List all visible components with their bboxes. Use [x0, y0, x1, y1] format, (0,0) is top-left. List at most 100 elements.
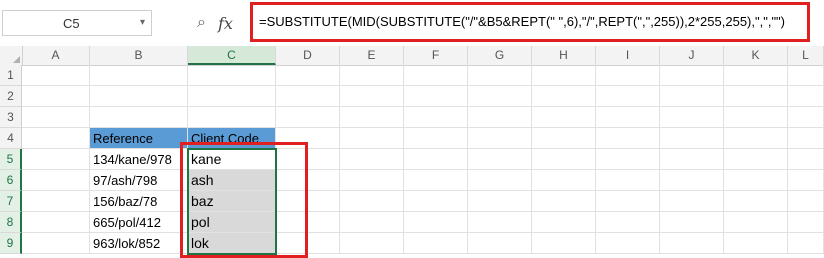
grid-cell[interactable]	[532, 170, 596, 191]
column-header-b[interactable]: B	[90, 46, 188, 65]
grid-cell[interactable]	[404, 149, 468, 170]
grid-cell[interactable]	[468, 86, 532, 107]
grid-cell[interactable]	[276, 149, 340, 170]
grid-cell[interactable]	[724, 212, 788, 233]
grid-cell[interactable]	[404, 65, 468, 86]
grid-cell[interactable]	[532, 128, 596, 149]
grid-cell[interactable]	[532, 149, 596, 170]
grid-cell[interactable]	[788, 86, 824, 107]
grid-cell[interactable]	[340, 212, 404, 233]
row-header-3[interactable]: 3	[0, 107, 22, 128]
grid-cell[interactable]	[724, 107, 788, 128]
row-header-8[interactable]: 8	[0, 212, 22, 233]
grid-cell[interactable]	[660, 191, 724, 212]
row-header-9[interactable]: 9	[0, 233, 22, 254]
grid-cell[interactable]	[596, 170, 660, 191]
grid-cell[interactable]	[532, 65, 596, 86]
grid-cell[interactable]	[596, 233, 660, 254]
grid-cell[interactable]	[596, 212, 660, 233]
grid-cell[interactable]	[468, 191, 532, 212]
column-header-f[interactable]: F	[404, 46, 468, 65]
grid-cell[interactable]	[788, 107, 824, 128]
grid-cell[interactable]	[404, 128, 468, 149]
grid-cell[interactable]	[276, 170, 340, 191]
grid-cell[interactable]	[596, 149, 660, 170]
grid-cell[interactable]	[340, 149, 404, 170]
grid-cell[interactable]	[788, 170, 824, 191]
cell-c8[interactable]: pol	[188, 212, 276, 233]
grid-cell[interactable]	[22, 65, 90, 86]
grid-cell[interactable]	[660, 128, 724, 149]
grid-cell[interactable]	[90, 86, 188, 107]
grid-cell[interactable]	[404, 191, 468, 212]
grid-cell[interactable]	[724, 170, 788, 191]
zoom-icon[interactable]: ⌕	[197, 14, 206, 32]
grid-cell[interactable]	[22, 107, 90, 128]
column-header-h[interactable]: H	[532, 46, 596, 65]
formula-input[interactable]: =SUBSTITUTE(MID(SUBSTITUTE("/"&B5&REPT("…	[250, 2, 810, 42]
grid-cell[interactable]	[22, 191, 90, 212]
grid-cell[interactable]	[788, 212, 824, 233]
row-header-2[interactable]: 2	[0, 86, 22, 107]
grid-cell[interactable]	[404, 212, 468, 233]
grid-cell[interactable]	[660, 107, 724, 128]
grid-cell[interactable]	[22, 233, 90, 254]
cell-c7[interactable]: baz	[188, 191, 276, 212]
row-header-6[interactable]: 6	[0, 170, 22, 191]
grid-cell[interactable]	[468, 65, 532, 86]
grid-cell[interactable]	[788, 191, 824, 212]
cell-c6[interactable]: ash	[188, 170, 276, 191]
column-header-g[interactable]: G	[468, 46, 532, 65]
cell-c5[interactable]: kane	[188, 149, 276, 170]
grid-cell[interactable]	[596, 65, 660, 86]
select-all-corner[interactable]	[0, 46, 23, 65]
grid-cell[interactable]	[660, 233, 724, 254]
grid-cell[interactable]	[596, 107, 660, 128]
grid-cell[interactable]	[660, 86, 724, 107]
name-box[interactable]: C5 ▾	[2, 10, 152, 36]
grid-cell[interactable]	[188, 86, 276, 107]
grid-cell[interactable]	[276, 191, 340, 212]
grid-cell[interactable]	[532, 233, 596, 254]
grid-cell[interactable]	[788, 233, 824, 254]
grid-cell[interactable]	[340, 128, 404, 149]
row-header-4[interactable]: 4	[0, 128, 22, 149]
cell-c4-header[interactable]: Client Code	[188, 128, 276, 149]
grid-cell[interactable]	[468, 212, 532, 233]
cell-b9[interactable]: 963/lok/852	[90, 233, 188, 254]
cell-b7[interactable]: 156/baz/78	[90, 191, 188, 212]
grid-cell[interactable]	[340, 170, 404, 191]
grid-cell[interactable]	[404, 107, 468, 128]
grid-cell[interactable]	[532, 86, 596, 107]
column-header-d[interactable]: D	[276, 46, 340, 65]
grid-cell[interactable]	[468, 233, 532, 254]
grid-cell[interactable]	[276, 65, 340, 86]
grid-cell[interactable]	[532, 212, 596, 233]
grid-cell[interactable]	[90, 65, 188, 86]
grid-cell[interactable]	[340, 86, 404, 107]
grid-cell[interactable]	[404, 233, 468, 254]
grid-cell[interactable]	[468, 107, 532, 128]
grid-cell[interactable]	[660, 170, 724, 191]
grid-cell[interactable]	[404, 170, 468, 191]
grid-cell[interactable]	[724, 191, 788, 212]
grid-cell[interactable]	[724, 86, 788, 107]
row-header-7[interactable]: 7	[0, 191, 22, 212]
grid-cell[interactable]	[724, 233, 788, 254]
grid-cell[interactable]	[788, 65, 824, 86]
cell-c9[interactable]: lok	[188, 233, 276, 254]
cell-b4-header[interactable]: Reference	[90, 128, 188, 149]
grid-cell[interactable]	[404, 86, 468, 107]
grid-cell[interactable]	[596, 128, 660, 149]
row-header-1[interactable]: 1	[0, 65, 22, 86]
grid-cell[interactable]	[22, 212, 90, 233]
cell-b8[interactable]: 665/pol/412	[90, 212, 188, 233]
grid-cell[interactable]	[22, 149, 90, 170]
column-header-c[interactable]: C	[188, 46, 276, 65]
grid-cell[interactable]	[468, 170, 532, 191]
grid-cell[interactable]	[276, 86, 340, 107]
grid-cell[interactable]	[90, 107, 188, 128]
grid-cell[interactable]	[22, 128, 90, 149]
grid-cell[interactable]	[660, 212, 724, 233]
grid-cell[interactable]	[596, 191, 660, 212]
